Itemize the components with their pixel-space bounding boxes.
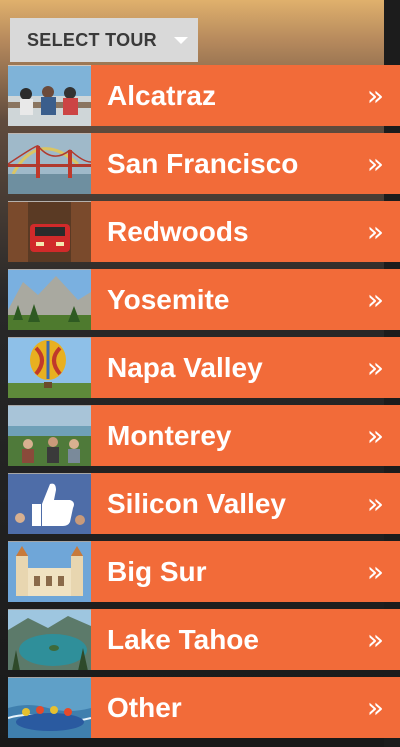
tour-item-silicon-valley[interactable]: Silicon Valley » bbox=[8, 473, 400, 534]
monterey-coast-group-photo bbox=[8, 405, 91, 466]
tour-item-other[interactable]: Other » bbox=[8, 677, 400, 738]
tour-item-san-francisco[interactable]: San Francisco » bbox=[8, 133, 400, 194]
select-tour-label: SELECT TOUR bbox=[27, 29, 157, 50]
red-car-redwood-tunnel-photo bbox=[8, 201, 91, 262]
emerald-bay-photo bbox=[8, 609, 91, 670]
double-chevron-right-icon: » bbox=[366, 350, 384, 384]
river-rafting-photo bbox=[8, 677, 91, 738]
tour-item-label: Monterey bbox=[107, 419, 232, 451]
tour-item-label: San Francisco bbox=[107, 147, 299, 179]
tour-item-label: Big Sur bbox=[107, 555, 207, 587]
double-chevron-right-icon: » bbox=[366, 622, 384, 656]
tour-item-label: Silicon Valley bbox=[107, 487, 286, 519]
facebook-like-sign-photo bbox=[8, 473, 91, 534]
tour-item-yosemite[interactable]: Yosemite » bbox=[8, 269, 400, 330]
tour-item-label: Redwoods bbox=[107, 215, 249, 247]
hearst-castle-photo bbox=[8, 541, 91, 602]
caret-down-icon bbox=[173, 36, 188, 44]
double-chevron-right-icon: » bbox=[366, 282, 384, 316]
double-chevron-right-icon: » bbox=[366, 146, 384, 180]
double-chevron-right-icon: » bbox=[366, 690, 384, 724]
ferry-passengers-photo bbox=[8, 65, 91, 126]
double-chevron-right-icon: » bbox=[366, 486, 384, 520]
tour-item-label: Other bbox=[107, 691, 182, 723]
tour-item-big-sur[interactable]: Big Sur » bbox=[8, 541, 400, 602]
tour-item-lake-tahoe[interactable]: Lake Tahoe » bbox=[8, 609, 400, 670]
yosemite-valley-photo bbox=[8, 269, 91, 330]
double-chevron-right-icon: » bbox=[366, 418, 384, 452]
tour-item-napa-valley[interactable]: Napa Valley » bbox=[8, 337, 400, 398]
golden-gate-bridge-rainbow-photo bbox=[8, 133, 91, 194]
tour-item-alcatraz[interactable]: Alcatraz » bbox=[8, 65, 400, 126]
tour-item-redwoods[interactable]: Redwoods » bbox=[8, 201, 400, 262]
double-chevron-right-icon: » bbox=[366, 554, 384, 588]
tour-item-monterey[interactable]: Monterey » bbox=[8, 405, 400, 466]
double-chevron-right-icon: » bbox=[366, 78, 384, 112]
select-tour-dropdown[interactable]: SELECT TOUR bbox=[10, 18, 198, 62]
hot-air-balloon-photo bbox=[8, 337, 91, 398]
tour-item-label: Napa Valley bbox=[107, 351, 263, 383]
tour-item-label: Lake Tahoe bbox=[107, 623, 259, 655]
tour-item-label: Alcatraz bbox=[107, 79, 216, 111]
tour-item-label: Yosemite bbox=[107, 283, 230, 315]
double-chevron-right-icon: » bbox=[366, 214, 384, 248]
